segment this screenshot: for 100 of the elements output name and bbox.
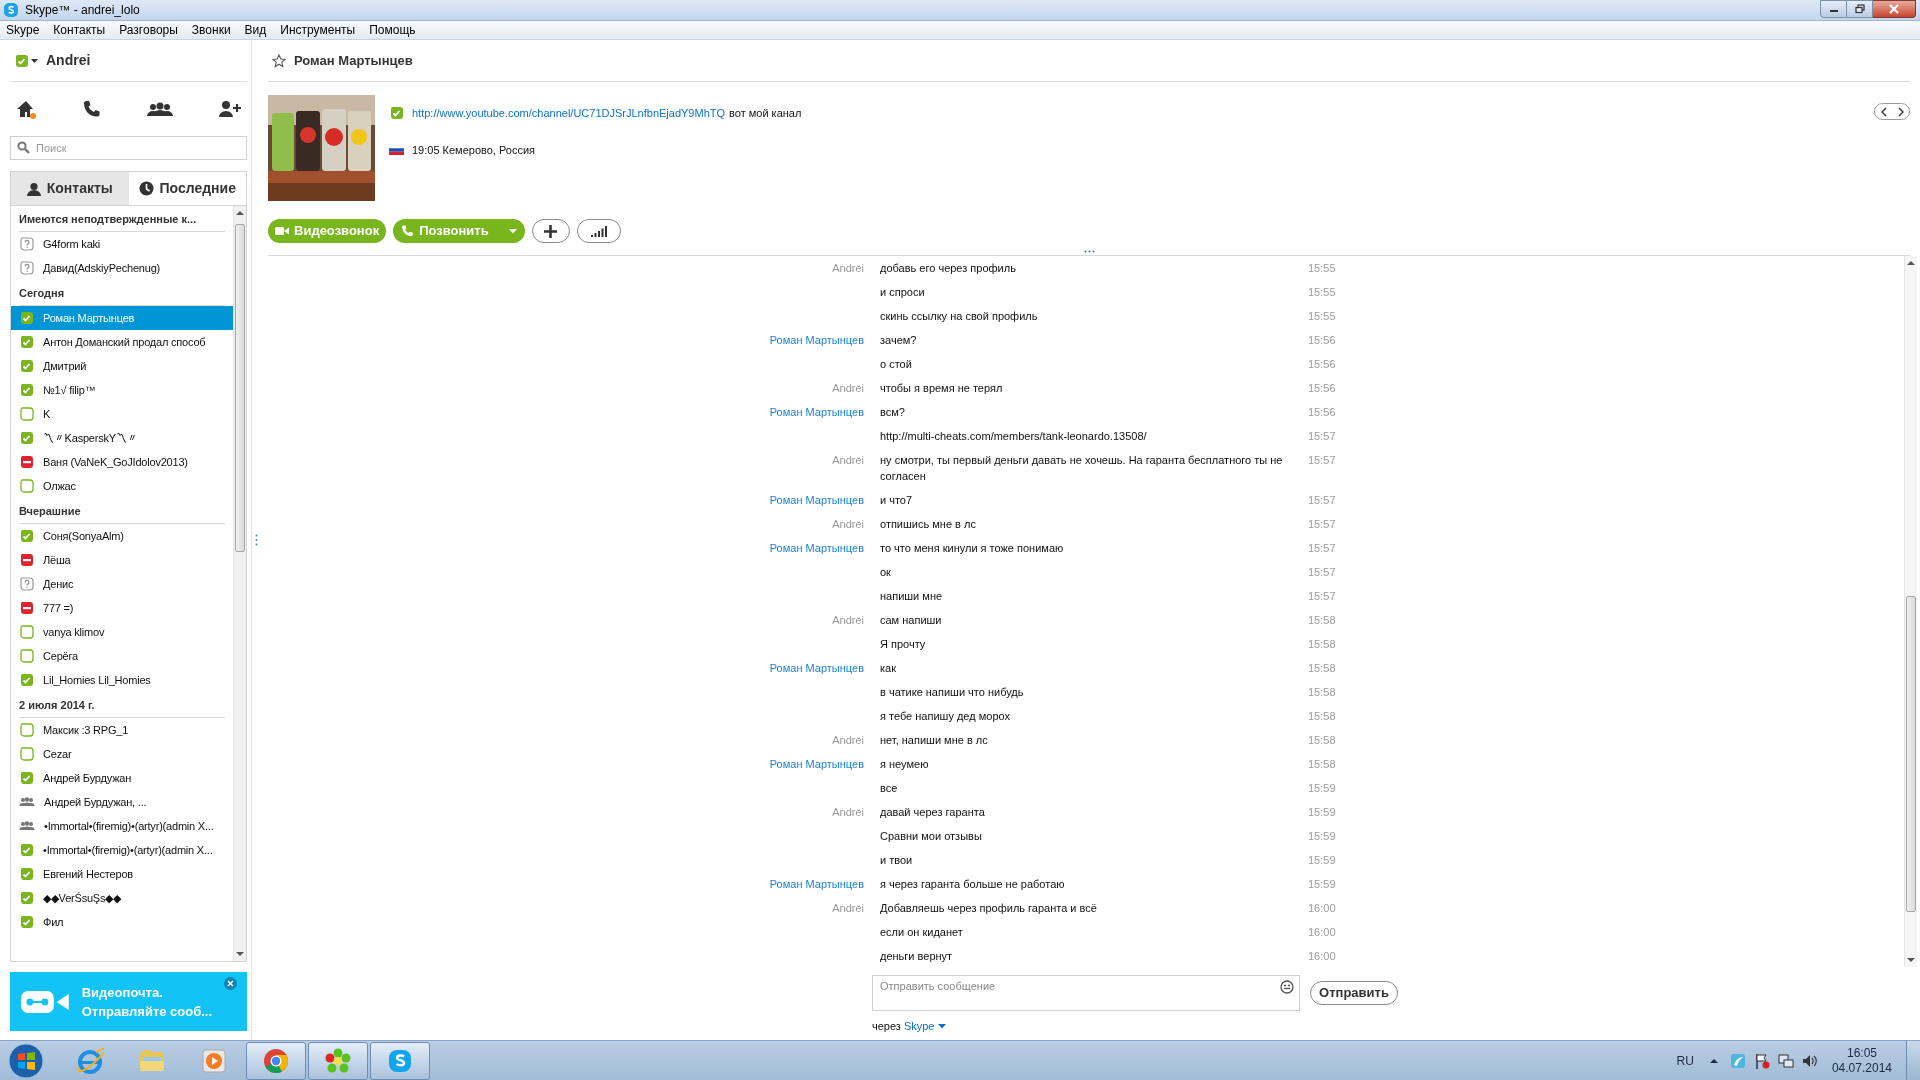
flag-alert-icon[interactable] — [1753, 1052, 1770, 1069]
contact-item[interactable]: Андрей Бурдужан, ... — [11, 790, 233, 814]
send-button[interactable]: Отправить — [1310, 981, 1398, 1005]
contact-item[interactable]: Lil_Homies Lil_Homies — [11, 668, 233, 692]
user-name: Andrei — [46, 51, 91, 70]
scroll-up-icon[interactable] — [236, 210, 244, 216]
sender-name[interactable]: Роман Мартынцев — [769, 660, 864, 676]
search-icon — [17, 141, 30, 154]
contact-item[interactable]: ◆◆VerŚsuŞs◆◆ — [11, 886, 233, 910]
message-time: 15:59 — [1308, 877, 1336, 892]
taskbar-button[interactable] — [370, 1041, 430, 1080]
contact-item[interactable]: Лёша — [11, 548, 233, 572]
menu-item[interactable]: Помощь — [369, 20, 416, 40]
contact-item[interactable]: •Immortal•(firemig)•(artyr)(admin X... — [11, 838, 233, 862]
contact-item[interactable]: Серёга — [11, 644, 233, 668]
contact-item[interactable]: Евгений Нестеров — [11, 862, 233, 886]
menu-item[interactable]: Инструменты — [280, 20, 356, 40]
sender-name[interactable]: Роман Мартынцев — [769, 756, 864, 772]
start-button[interactable] — [8, 1042, 44, 1079]
sender-name[interactable]: Роман Мартынцев — [769, 876, 864, 892]
message-time: 15:57 — [1308, 517, 1336, 532]
star-icon[interactable] — [272, 53, 286, 68]
mood-link[interactable]: http://www.youtube.com/channel/UC71DJSrJLnfbnEjadY9MhTQ — [412, 105, 726, 122]
message-text: скинь ссылку на свой профиль — [880, 309, 1039, 324]
contact-item[interactable]: •Immortal•(firemig)•(artyr)(admin X... — [11, 814, 233, 838]
sender-name[interactable]: Роман Мартынцев — [769, 492, 864, 508]
message-time: 15:57 — [1308, 565, 1336, 580]
contact-item[interactable]: Фил — [11, 910, 233, 934]
add-button[interactable] — [531, 219, 570, 243]
message-time: 16:00 — [1308, 949, 1336, 964]
scroll-thumb[interactable] — [235, 224, 245, 552]
message-text: добавь его через профиль — [880, 261, 1017, 276]
home-icon[interactable] — [16, 98, 37, 120]
menu-item[interactable]: Skype — [6, 20, 40, 40]
contact-item[interactable]: Антон Доманский продал способ — [11, 330, 233, 354]
contacts-group-icon[interactable] — [146, 101, 173, 117]
close-icon[interactable] — [224, 977, 237, 990]
taskbar-button[interactable] — [246, 1041, 306, 1080]
menu-item[interactable]: Разговоры — [119, 20, 178, 40]
check-status-icon — [389, 106, 404, 121]
contact-item[interactable]: Ваня (VaNeK_GoJIdolov2013) — [11, 450, 233, 474]
menu-item[interactable]: Звонки — [191, 20, 231, 40]
message-time: 15:57 — [1308, 493, 1336, 508]
message-text: о стой — [880, 357, 913, 372]
contact-item[interactable]: Дмитрий — [11, 354, 233, 378]
message-text: давай через гаранта — [880, 805, 986, 820]
contact-item[interactable]: Денис — [11, 572, 233, 596]
camera-icon — [275, 226, 289, 236]
phone-icon[interactable] — [82, 99, 102, 119]
minimize-button[interactable] — [1820, 0, 1847, 18]
contact-item[interactable]: Максик :3 RPG_1 — [11, 718, 233, 742]
message-time: 15:59 — [1308, 805, 1336, 820]
message-text: если он киданет — [880, 925, 964, 940]
contact-item[interactable]: K — [11, 402, 233, 426]
scroll-down-icon[interactable] — [236, 951, 244, 957]
message-time: 15:55 — [1308, 309, 1336, 324]
sender-name[interactable]: Роман Мартынцев — [769, 332, 864, 348]
sender-name[interactable]: Роман Мартынцев — [769, 404, 864, 420]
message-input[interactable]: Отправить сообщение — [872, 975, 1300, 1011]
contact-item[interactable]: 777 =) — [11, 596, 233, 620]
contact-item[interactable]: Давид(AdskiyPechenug) — [11, 256, 233, 280]
network-icon[interactable] — [1777, 1052, 1794, 1069]
restore-icon — [1854, 4, 1865, 14]
contact-item[interactable]: 〽〃KasperskY〽〃 — [11, 426, 233, 450]
via-label: через — [872, 1019, 901, 1034]
scroll-down-icon[interactable] — [1907, 957, 1915, 963]
close-button[interactable] — [1873, 0, 1916, 18]
call-quality-button[interactable] — [576, 219, 621, 243]
tab[interactable]: Контакты — [11, 172, 129, 205]
clock[interactable]: 16:05 04.07.2014 — [1831, 1045, 1892, 1076]
language-indicator[interactable]: RU — [1676, 1051, 1694, 1070]
contact-item[interactable]: vanya klimov — [11, 620, 233, 644]
message-text: чтобы я время не терял — [880, 381, 1004, 396]
via-link[interactable]: Skype — [903, 1018, 947, 1035]
scroll-thumb[interactable] — [1906, 596, 1916, 912]
scrollbar[interactable] — [233, 206, 246, 961]
contact-item[interactable]: Андрей Бурдужан — [11, 766, 233, 790]
contact-item[interactable]: Олжас — [11, 474, 233, 498]
taskbar-button[interactable] — [308, 1041, 368, 1080]
message-text: все — [880, 781, 899, 796]
restore-button[interactable] — [1847, 0, 1873, 18]
contact-item[interactable]: G4form kaki — [11, 232, 233, 256]
contact-item[interactable]: Cezar — [11, 742, 233, 766]
search-field[interactable]: Поиск — [10, 136, 247, 160]
emoji-icon[interactable] — [1280, 980, 1294, 994]
contact-item[interactable]: Соня(SonyaAlm) — [11, 524, 233, 548]
drag-handle-icon[interactable] — [1083, 250, 1095, 253]
message-text: Добавляешь через профиль гаранта и всё — [880, 901, 1098, 916]
chevron-right-icon[interactable] — [1897, 106, 1904, 117]
splitter-handle-icon[interactable] — [254, 534, 258, 546]
sender-name[interactable]: Роман Мартынцев — [769, 540, 864, 556]
menu-item[interactable]: Контакты — [53, 20, 106, 40]
add-contact-icon[interactable] — [218, 100, 241, 118]
show-hidden-icons-icon[interactable] — [1709, 1057, 1718, 1064]
message-time: 15:59 — [1308, 829, 1336, 844]
menu-item[interactable]: Вид — [244, 20, 267, 40]
scrollbar[interactable] — [1904, 256, 1917, 967]
scroll-up-icon[interactable] — [1907, 260, 1915, 266]
chevron-left-icon[interactable] — [1880, 106, 1887, 117]
contact-item[interactable]: №1√ filip™ — [11, 378, 233, 402]
